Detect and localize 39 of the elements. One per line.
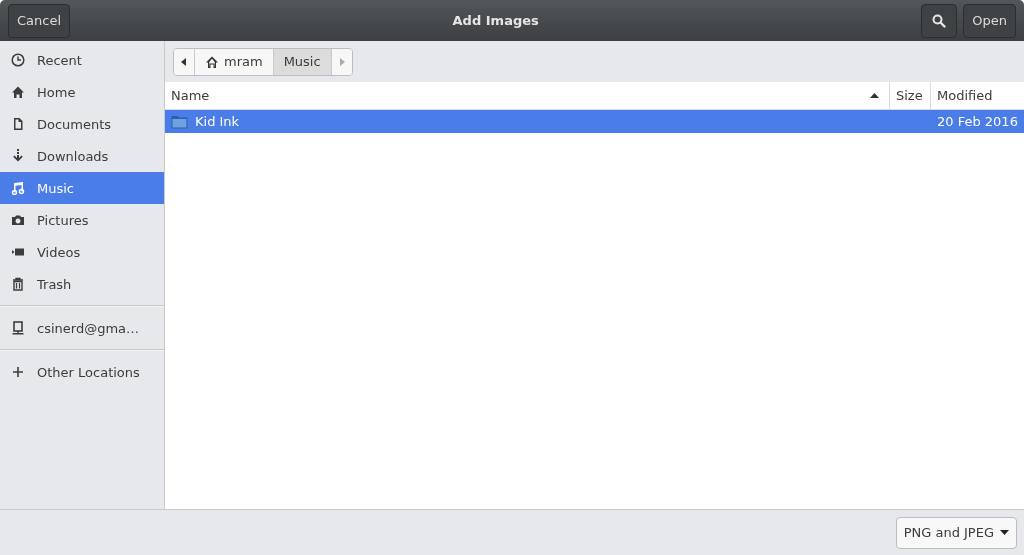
home-icon bbox=[205, 54, 219, 69]
sidebar-item[interactable]: Recent bbox=[0, 44, 164, 76]
sort-up-icon bbox=[870, 93, 879, 98]
right-arrow-icon bbox=[338, 57, 345, 66]
recent-icon bbox=[11, 53, 25, 67]
home-icon bbox=[11, 85, 25, 99]
plus-icon bbox=[11, 365, 25, 379]
left-arrow-icon bbox=[181, 57, 187, 66]
search-button[interactable] bbox=[921, 3, 958, 38]
file-name: Kid Ink bbox=[195, 114, 240, 129]
document-icon bbox=[11, 117, 25, 131]
trash-icon bbox=[11, 277, 25, 291]
open-button[interactable]: Open bbox=[963, 3, 1016, 38]
column-header[interactable]: Modified bbox=[931, 82, 1024, 109]
back-arrow-button[interactable] bbox=[174, 48, 195, 75]
search-icon bbox=[932, 13, 947, 28]
sidebar-item[interactable]: Home bbox=[0, 76, 164, 108]
sidebar-item[interactable]: Other Locations bbox=[0, 356, 164, 388]
window-title: Add Images bbox=[451, 13, 540, 28]
path-button[interactable]: Music bbox=[273, 48, 332, 75]
sidebar-item[interactable]: Pictures bbox=[0, 204, 164, 236]
sidebar-item[interactable]: Videos bbox=[0, 236, 164, 268]
file-row[interactable]: Kid Ink 20 Feb 2016 bbox=[165, 110, 1024, 133]
sidebar-item[interactable]: Downloads bbox=[0, 140, 164, 172]
column-header[interactable]: Size bbox=[890, 82, 931, 109]
music-icon bbox=[11, 181, 25, 195]
sidebar-item[interactable]: Trash bbox=[0, 268, 164, 300]
drive-icon bbox=[11, 321, 25, 335]
download-icon bbox=[11, 149, 25, 163]
file-date: 20 Feb 2016 bbox=[937, 114, 1018, 129]
camera-icon bbox=[11, 213, 25, 227]
column-header[interactable]: Name bbox=[165, 82, 890, 109]
file-type-dropdown[interactable]: PNG and JPEG bbox=[895, 516, 1017, 549]
sidebar-item[interactable]: Music bbox=[0, 172, 164, 204]
sidebar-item[interactable]: csinerd@gma… bbox=[0, 312, 164, 344]
sidebar-item[interactable]: Documents bbox=[0, 108, 164, 140]
cancel-button[interactable]: Cancel bbox=[8, 3, 71, 38]
caret-icon bbox=[1000, 530, 1009, 535]
folder-icon bbox=[171, 114, 188, 129]
